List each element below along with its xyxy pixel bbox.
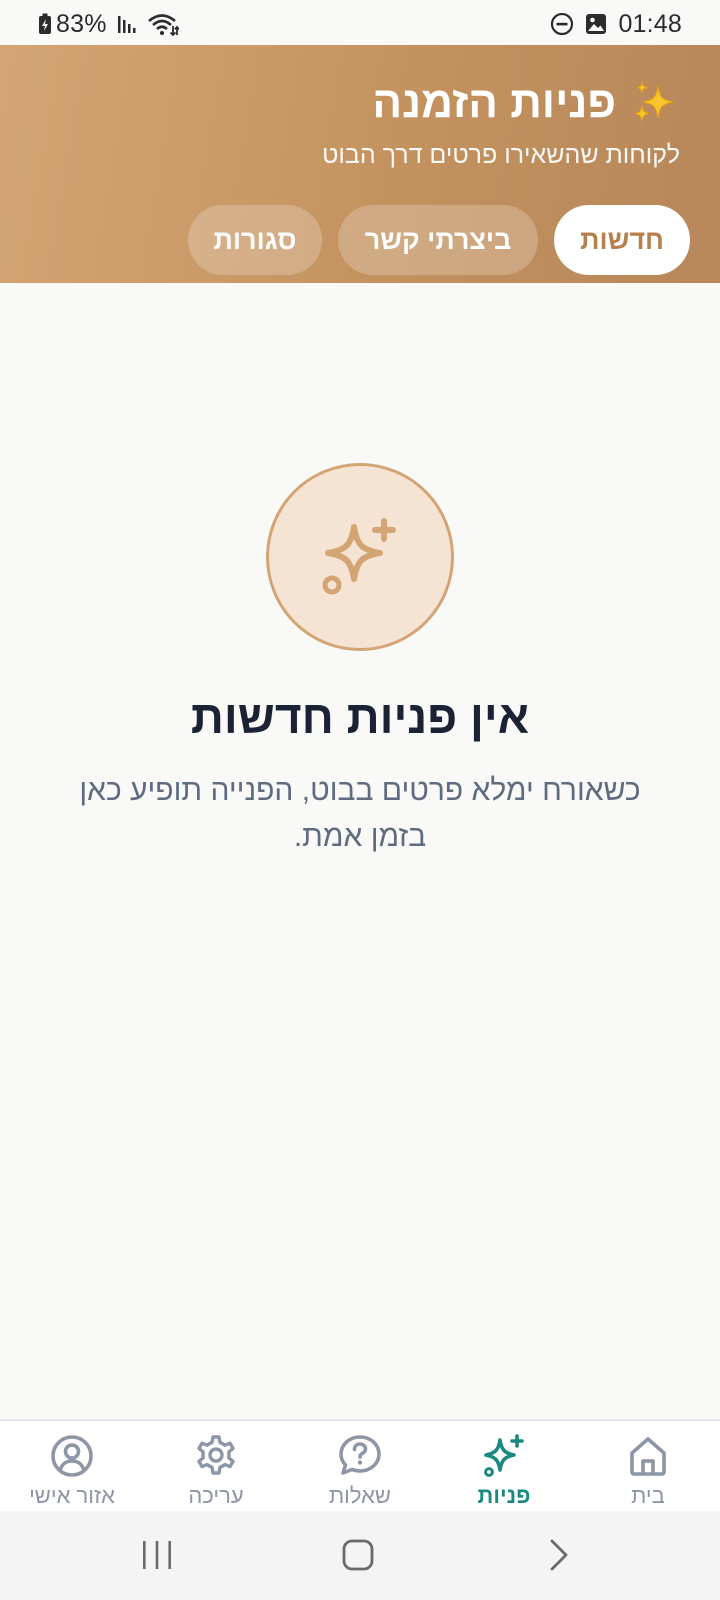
- status-bar-left: 83%: [38, 9, 179, 38]
- sparkle-plus-icon: [322, 518, 396, 595]
- empty-state-title: אין פניות חדשות: [190, 691, 530, 743]
- home-button-icon[interactable]: [338, 1533, 382, 1577]
- wifi-icon: [147, 14, 179, 36]
- signal-icon: [117, 16, 136, 33]
- nav-label-edit: עריכה: [188, 1483, 244, 1508]
- header-title-row: פניות הזמנה: [372, 78, 678, 128]
- status-bar: 83% 01:48: [0, 0, 720, 45]
- tab-new[interactable]: חדשות: [554, 205, 690, 275]
- battery-percentage: 83%: [56, 9, 107, 38]
- nav-item-leads[interactable]: פניות: [432, 1431, 576, 1511]
- empty-state-icon-circle: [266, 463, 454, 651]
- tab-closed[interactable]: סגורות: [188, 205, 322, 275]
- tab-contacted[interactable]: ביצרתי קשר: [338, 205, 538, 275]
- question-chat-icon: [339, 1435, 381, 1475]
- nav-label-profile: אזור אישי: [29, 1483, 115, 1508]
- page-title: פניות הזמנה: [372, 78, 616, 127]
- header: פניות הזמנה לקוחות שהשאירו פרטים דרך הבו…: [0, 45, 720, 283]
- tabs: חדשות ביצרתי קשר סגורות: [188, 205, 690, 275]
- nav-item-home[interactable]: בית: [576, 1431, 720, 1511]
- empty-state-description: כשאורח ימלא פרטים בבוט, הפנייה תופיע כאן…: [79, 774, 641, 853]
- nav-item-profile[interactable]: אזור אישי: [0, 1431, 144, 1511]
- do-not-disturb-icon: [551, 12, 574, 36]
- gallery-icon: [586, 14, 607, 34]
- back-icon[interactable]: [544, 1533, 574, 1577]
- nav-label-questions: שאלות: [328, 1483, 391, 1508]
- home-icon: [630, 1437, 666, 1476]
- nav-item-questions[interactable]: שאלות: [288, 1431, 432, 1511]
- sparkle-plus-icon: [484, 1434, 524, 1477]
- page-subtitle: לקוחות שהשאירו פרטים דרך הבוט: [322, 141, 680, 169]
- gear-icon: [197, 1435, 235, 1475]
- nav-item-edit[interactable]: עריכה: [144, 1431, 288, 1511]
- system-nav-bar: [0, 1511, 720, 1600]
- user-circle-icon: [51, 1435, 93, 1477]
- status-time: 01:48: [618, 9, 682, 38]
- sparkles-emoji-icon: [634, 81, 674, 122]
- nav-label-home: בית: [631, 1483, 665, 1508]
- bottom-nav: בית פניות שאלות עריכה אזור אישי: [0, 1419, 720, 1511]
- status-bar-right: 01:48: [550, 9, 682, 38]
- battery-charging-icon: [39, 13, 51, 34]
- recent-apps-icon[interactable]: [140, 1533, 174, 1577]
- nav-label-leads: פניות: [477, 1483, 531, 1508]
